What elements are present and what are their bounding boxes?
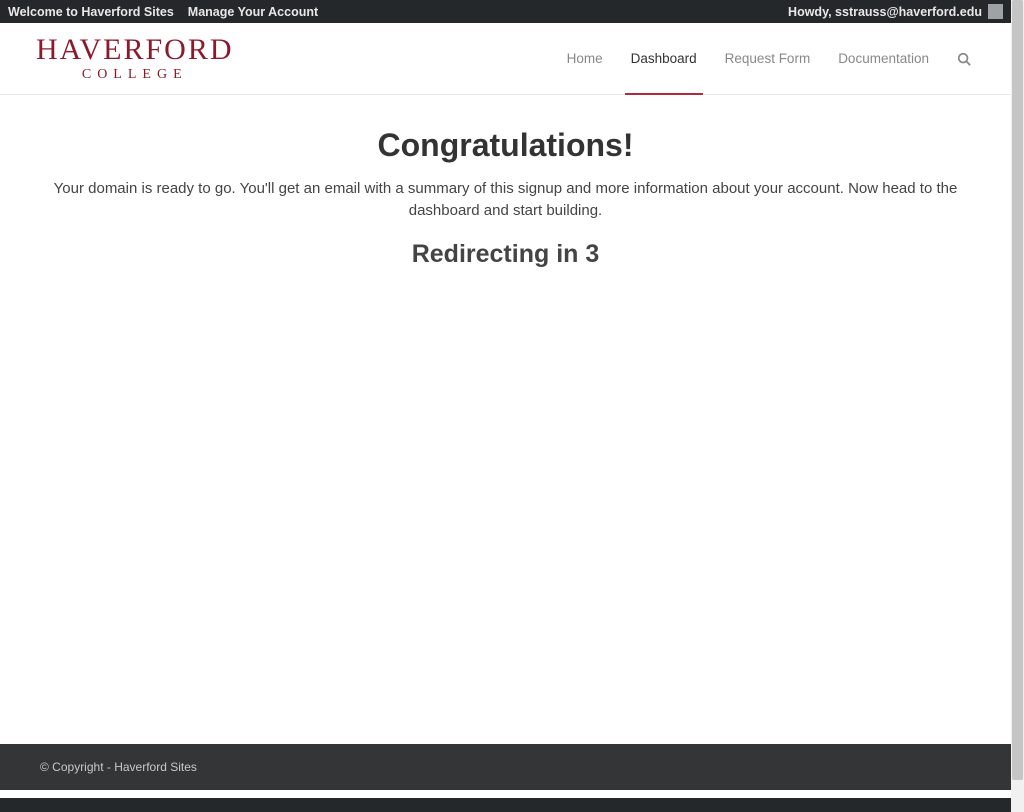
page-subtitle: Your domain is ready to go. You'll get a… [36, 178, 976, 222]
main-nav: Home Dashboard Request Form Documentatio… [567, 23, 971, 94]
page-title: Congratulations! [30, 127, 981, 164]
site-header: HAVERFORD COLLEGE Home Dashboard Request… [0, 23, 1011, 95]
nav-dashboard[interactable]: Dashboard [631, 23, 697, 94]
nav-documentation[interactable]: Documentation [838, 23, 929, 94]
manage-account-link[interactable]: Manage Your Account [188, 5, 318, 19]
site-footer: © Copyright - Haverford Sites [0, 744, 1011, 790]
admin-bar: Welcome to Haverford Sites Manage Your A… [0, 0, 1011, 23]
avatar-icon[interactable] [988, 4, 1003, 19]
vertical-scrollbar[interactable] [1011, 0, 1024, 812]
nav-home[interactable]: Home [567, 23, 603, 94]
user-greeting-link[interactable]: Howdy, sstrauss@haverford.edu [788, 5, 982, 19]
footer-bottom-bar [0, 798, 1011, 812]
welcome-link[interactable]: Welcome to Haverford Sites [8, 5, 174, 19]
search-icon[interactable] [957, 52, 971, 66]
main-content: Congratulations! Your domain is ready to… [0, 95, 1011, 269]
nav-request-form[interactable]: Request Form [725, 23, 811, 94]
logo-sub-text: COLLEGE [82, 68, 188, 82]
logo-main-text: HAVERFORD [36, 35, 234, 65]
scrollbar-thumb[interactable] [1012, 0, 1023, 780]
site-logo[interactable]: HAVERFORD COLLEGE [36, 35, 234, 82]
footer-copyright: © Copyright - Haverford Sites [40, 760, 197, 774]
redirect-message: Redirecting in 3 [30, 240, 981, 269]
